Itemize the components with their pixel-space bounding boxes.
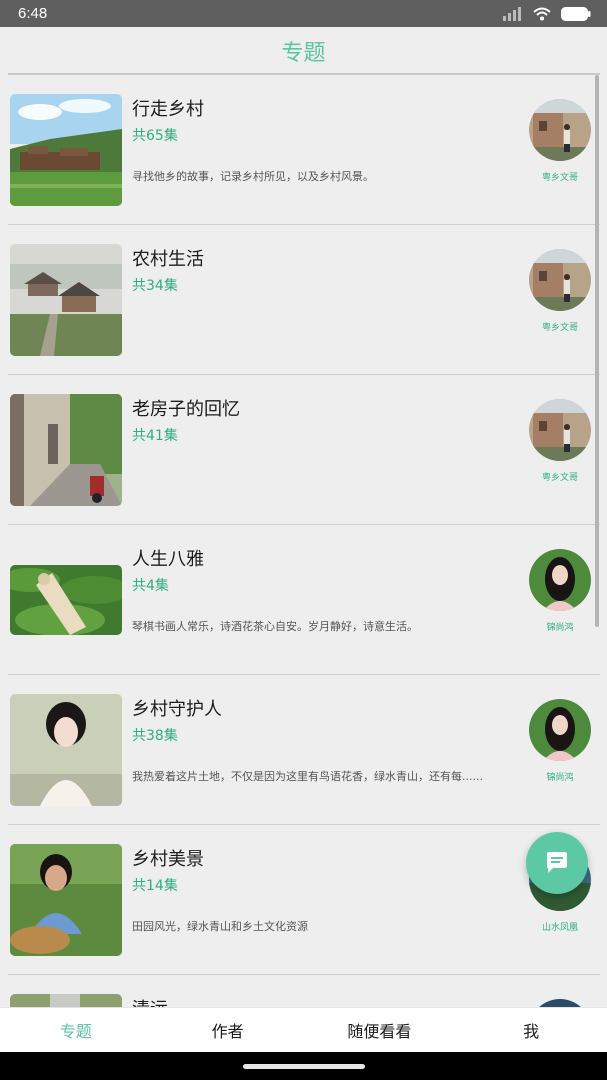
battery-icon: [561, 6, 591, 21]
topic-title: 农村生活: [132, 249, 204, 270]
status-icons: [503, 6, 591, 21]
chat-fab-button[interactable]: [526, 832, 588, 894]
author-name[interactable]: 锦尚鸿: [520, 770, 600, 783]
topic-description: 田园风光，绿水青山和乡土文化资源: [132, 920, 308, 933]
topic-title: 行走乡村: [132, 99, 204, 120]
home-indicator[interactable]: [243, 1064, 365, 1069]
topic-row[interactable]: 老房子的回忆 共41集 粤乡文哥: [0, 375, 607, 525]
author-avatar[interactable]: [529, 99, 591, 161]
topic-title: 人生八雅: [132, 549, 204, 570]
topic-description: 琴棋书画人常乐，诗酒花茶心自安。岁月静好，诗意生活。: [132, 620, 418, 633]
author-name[interactable]: 山水凤凰: [520, 920, 600, 933]
author-photo-landscape: [529, 999, 591, 1007]
episode-count: 共4集: [132, 578, 169, 594]
topic-title: 老房子的回忆: [132, 399, 240, 420]
status-time: 6:48: [18, 5, 48, 22]
scrollbar[interactable]: [595, 75, 599, 627]
misty-village-image: [10, 244, 122, 356]
topic-thumbnail[interactable]: [10, 394, 122, 506]
topic-thumbnail[interactable]: [10, 94, 122, 206]
topic-thumbnail[interactable]: [10, 565, 122, 635]
topic-title: 乡村守护人: [132, 699, 222, 720]
author-avatar[interactable]: [529, 549, 591, 611]
signal-icon: [503, 6, 521, 21]
author-name[interactable]: 粤乡文哥: [520, 170, 600, 183]
bottom-nav: 专题 作者 随便看看 我: [0, 1007, 607, 1052]
woman-portrait-image: [10, 694, 122, 806]
episode-count: 共14集: [132, 878, 178, 894]
app-header: 专题: [0, 27, 607, 75]
topic-row[interactable]: 农村生活 共34集 粤乡文哥: [0, 225, 607, 375]
village-landscape-image: [10, 94, 122, 206]
author-photo-woman: [529, 549, 591, 611]
episode-count: 共38集: [132, 728, 178, 744]
topic-row[interactable]: 乡村守护人 共38集 我热爱着这片土地，不仅是因为这里有鸟语花香，绿水青山，还有…: [0, 675, 607, 825]
topic-row[interactable]: 乡村美景 共14集 田园风光，绿水青山和乡土文化资源 山水凤凰: [0, 825, 607, 975]
tea-field-image: [10, 565, 122, 635]
topic-list[interactable]: 行走乡村 共65集 寻找他乡的故事，记录乡村所见，以及乡村风景。 粤乡文哥 农村…: [0, 75, 607, 1007]
nav-tab-topics[interactable]: 专题: [0, 1008, 152, 1052]
topic-thumbnail[interactable]: [10, 244, 122, 356]
author-photo-house: [529, 399, 591, 461]
topic-description: 我热爱着这片土地，不仅是因为这里有鸟语花香，绿水青山，还有每......: [132, 770, 483, 783]
topic-title: 乡村美景: [132, 849, 204, 870]
old-house-alley-image: [10, 394, 122, 506]
qingyuan-image: [10, 994, 122, 1007]
nav-tab-me[interactable]: 我: [455, 1008, 607, 1052]
smiling-girl-image: [10, 844, 122, 956]
topic-thumbnail[interactable]: [10, 844, 122, 956]
gesture-bar: [0, 1052, 607, 1080]
nav-tab-authors[interactable]: 作者: [152, 1008, 304, 1052]
wifi-icon: [533, 7, 551, 20]
page-title: 专题: [281, 41, 326, 66]
topic-title: 清远: [132, 995, 168, 1007]
topic-row[interactable]: 人生八雅 共4集 琴棋书画人常乐，诗酒花茶心自安。岁月静好，诗意生活。 锦尚鸿: [0, 525, 607, 675]
author-avatar[interactable]: [529, 999, 591, 1007]
episode-count: 共41集: [132, 428, 178, 444]
author-name[interactable]: 粤乡文哥: [520, 320, 600, 333]
author-name[interactable]: 锦尚鸿: [520, 620, 600, 633]
topic-description: 寻找他乡的故事，记录乡村所见，以及乡村风景。: [132, 170, 374, 183]
author-photo-house: [529, 99, 591, 161]
author-photo-woman: [529, 699, 591, 761]
status-bar: 6:48: [0, 0, 607, 27]
author-avatar[interactable]: [529, 249, 591, 311]
author-avatar[interactable]: [529, 699, 591, 761]
topic-row[interactable]: 清远: [0, 975, 607, 1007]
episode-count: 共65集: [132, 128, 178, 144]
app-screen: 专题 行走乡村 共65集 寻找他乡的故事，记录乡村所见，以及乡村风景。 粤乡文哥…: [0, 27, 607, 1052]
author-name[interactable]: 粤乡文哥: [520, 470, 600, 483]
topic-thumbnail[interactable]: [10, 994, 122, 1007]
topic-row[interactable]: 行走乡村 共65集 寻找他乡的故事，记录乡村所见，以及乡村风景。 粤乡文哥: [0, 75, 607, 225]
episode-count: 共34集: [132, 278, 178, 294]
author-avatar[interactable]: [529, 399, 591, 461]
author-photo-house: [529, 249, 591, 311]
topic-thumbnail[interactable]: [10, 694, 122, 806]
nav-tab-browse[interactable]: 随便看看: [304, 1008, 456, 1052]
chat-icon: [547, 852, 567, 873]
